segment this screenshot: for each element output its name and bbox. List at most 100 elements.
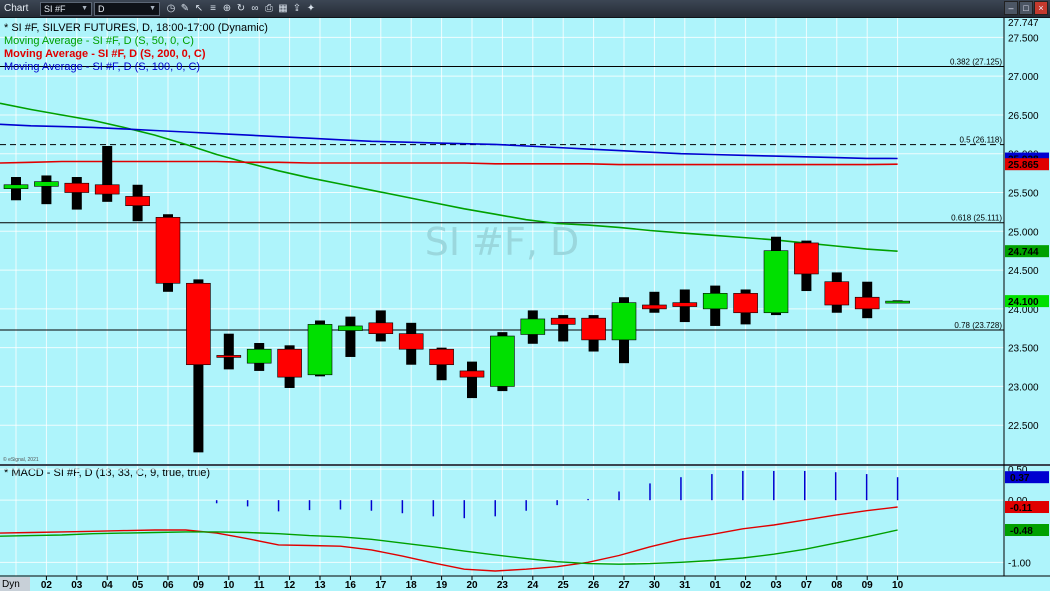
up-candle-body — [763, 250, 789, 314]
date-label: 09 — [193, 580, 205, 591]
down-candle-body — [64, 182, 90, 193]
candle-wick — [41, 175, 52, 205]
date-label: 04 — [102, 580, 114, 591]
price-tick-label: 27.000 — [1008, 72, 1039, 83]
date-label: 23 — [497, 580, 509, 591]
candle-wick — [649, 291, 660, 313]
legend-ma100: Moving Average - SI #F, D (S, 100, 0, C) — [4, 61, 200, 73]
date-label: 12 — [284, 580, 296, 591]
date-label: 25 — [558, 580, 570, 591]
fib-level-label: 0.382 (27.125) — [950, 57, 1002, 66]
chart-window: Chart SI #F ▼ D ▼ ◷ ✎ ↖ ≡ ⊕ ↻ ∞ ⎙ ▦ ⇪ ✦ … — [0, 0, 1050, 591]
date-label: 02 — [740, 580, 752, 591]
price-tick-label: 22.500 — [1008, 421, 1039, 432]
up-candle-body — [885, 300, 910, 304]
price-tick-label: 23.500 — [1008, 344, 1039, 355]
up-candle-body — [520, 318, 546, 335]
up-candle-body — [702, 293, 728, 310]
up-candle-body — [307, 324, 333, 376]
date-label: 20 — [466, 580, 478, 591]
ma50-last-label: 24.744 — [1008, 247, 1039, 258]
signal-last-label: -0.48 — [1010, 526, 1033, 537]
date-label: 02 — [41, 580, 53, 591]
down-candle-body — [581, 317, 606, 341]
candle — [307, 320, 333, 377]
dynamic-label: Dyn — [2, 579, 20, 590]
symbol-watermark: SI #F, D — [425, 220, 580, 264]
fib-level-label: 0.5 (26.118) — [959, 136, 1002, 145]
date-label: 01 — [710, 580, 722, 591]
date-label: 31 — [679, 580, 691, 591]
down-candle-body — [854, 296, 880, 310]
copyright-label: © eSignal, 2021 — [3, 456, 39, 463]
price-tick-label: 25.500 — [1008, 189, 1039, 200]
date-label: 08 — [831, 580, 843, 591]
date-label: 24 — [527, 580, 539, 591]
candle-wick — [71, 177, 82, 210]
date-label: 10 — [223, 580, 235, 591]
legend-ma200: Moving Average - SI #F, D (S, 200, 0, C) — [4, 48, 206, 60]
fib-level-label: 0.618 (25.111) — [951, 214, 1002, 223]
date-label: 19 — [436, 580, 448, 591]
date-label: 03 — [770, 580, 782, 591]
down-candle-body — [733, 293, 758, 314]
price-tick-label: 27.500 — [1008, 33, 1039, 44]
down-candle-body — [368, 322, 394, 334]
price-tick-label: 26.500 — [1008, 111, 1039, 122]
down-candle-body — [672, 302, 698, 307]
date-label: 13 — [314, 580, 326, 591]
down-candle-body — [429, 348, 454, 366]
down-candle-body — [216, 355, 242, 358]
down-candle-body — [550, 317, 576, 325]
candle-wick — [223, 333, 234, 370]
macd-tick-label: -1.00 — [1008, 558, 1031, 569]
histogram-last-label: 0.37 — [1010, 473, 1030, 484]
down-candle-body — [277, 348, 302, 378]
price-tick-label: 24.500 — [1008, 266, 1039, 277]
date-label: 09 — [862, 580, 874, 591]
candle — [155, 214, 181, 292]
candle — [490, 332, 515, 392]
down-candle-body — [398, 333, 424, 350]
down-candle-body — [94, 184, 120, 195]
date-label: 30 — [649, 580, 661, 591]
ma200-last-label: 25.865 — [1008, 160, 1039, 171]
date-label: 10 — [892, 580, 904, 591]
date-label: 07 — [801, 580, 813, 591]
fib-level-label: 0.78 (23.728) — [954, 321, 1002, 330]
chart-canvas: SI #F, D 0.382 (27.125) 0.5 (26.118) 0.618… — [0, 18, 1050, 591]
date-label: 27 — [618, 580, 630, 591]
price-tick-label: 23.000 — [1008, 382, 1039, 393]
down-candle-body — [459, 370, 485, 378]
date-label: 05 — [132, 580, 144, 591]
date-label: 26 — [588, 580, 600, 591]
up-candle-body — [3, 184, 29, 189]
up-candle-body — [490, 335, 515, 387]
legend-ma50: Moving Average - SI #F, D (S, 50, 0, C) — [4, 35, 194, 47]
macd-last-label: -0.11 — [1010, 503, 1033, 514]
price-axis[interactable] — [1004, 18, 1050, 464]
candle-wick — [467, 361, 477, 399]
up-candle-body — [246, 348, 272, 364]
candle-wick — [345, 316, 356, 357]
up-candle-body — [338, 325, 363, 331]
up-candle-body — [611, 302, 637, 341]
down-candle-body — [186, 282, 211, 366]
down-candle-body — [125, 196, 150, 207]
down-candle-body — [824, 281, 850, 306]
date-label: 06 — [162, 580, 174, 591]
up-candle-body — [34, 181, 59, 187]
price-top-label: 27.747 — [1008, 18, 1039, 29]
pane-divider[interactable] — [0, 464, 1050, 466]
price-tick-label: 25.000 — [1008, 227, 1039, 238]
down-candle-body — [794, 242, 819, 275]
legend-symbol: * SI #F, SILVER FUTURES, D, 18:00-17:00 … — [4, 22, 268, 34]
date-label: 03 — [71, 580, 83, 591]
down-candle-body — [155, 217, 181, 284]
price-last-label: 24.100 — [1008, 297, 1039, 308]
date-label: 16 — [345, 580, 357, 591]
down-candle-body — [642, 304, 667, 310]
date-label: 11 — [254, 580, 265, 591]
date-label: 18 — [406, 580, 418, 591]
date-label: 17 — [375, 580, 387, 591]
